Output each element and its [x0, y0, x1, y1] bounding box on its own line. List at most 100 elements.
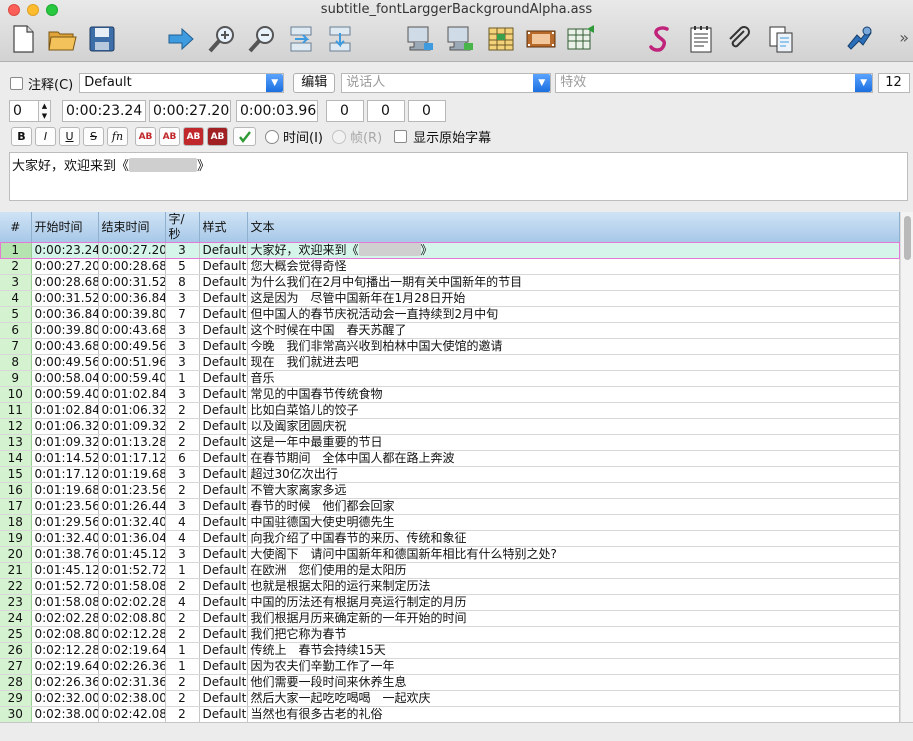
notes-icon[interactable]: [684, 22, 718, 56]
cell-end-time: 0:01:19.68: [98, 466, 166, 483]
gear-hand-icon[interactable]: [844, 22, 878, 56]
margin-vertical-field[interactable]: 0: [408, 100, 446, 122]
save-disk-icon[interactable]: [85, 22, 119, 56]
table-row[interactable]: 27 0:02:19.64 0:02:26.36 1 Default 因为农夫们辛勤工作了…: [0, 658, 900, 675]
video-film-icon[interactable]: [524, 22, 558, 56]
shadow-color-button[interactable]: AB: [207, 127, 228, 146]
table-row[interactable]: 6 0:00:39.80 0:00:43.68 3 Default 这个时候在中国 春天苏…: [0, 322, 900, 339]
table-row[interactable]: 30 0:02:38.00 0:02:42.08 2 Default 当然也有很多古老的礼…: [0, 706, 900, 722]
monitor-b-icon[interactable]: [443, 22, 477, 56]
table-row[interactable]: 26 0:02:12.28 0:02:19.64 1 Default 传统上 春节会持续1…: [0, 642, 900, 659]
col-header-text[interactable]: 文本: [247, 212, 900, 242]
margin-count[interactable]: 12: [878, 73, 911, 93]
outline-color-button[interactable]: AB: [183, 127, 204, 146]
table-row[interactable]: 2 0:00:27.20 0:00:28.68 5 Default 您大概会觉得奇怪: [0, 258, 900, 275]
table-row[interactable]: 10 0:00:59.40 0:01:02.84 3 Default 常见的中国春节传统食…: [0, 386, 900, 403]
chevron-down-icon[interactable]: ▼: [266, 74, 284, 92]
monitor-a-icon[interactable]: [403, 22, 437, 56]
end-time-field[interactable]: 0:00:27.20: [149, 100, 231, 122]
cell-end-time: 0:00:51.96: [98, 354, 166, 371]
col-header-end[interactable]: 结束时间: [98, 212, 166, 242]
cell-text: 为什么我们在2月中旬播出一期有关中国新年的节目: [247, 274, 900, 291]
chevron-down-icon[interactable]: ▼: [855, 74, 873, 92]
paperclip-icon[interactable]: [723, 22, 757, 56]
col-header-start[interactable]: 开始时间: [31, 212, 99, 242]
layer-field[interactable]: 0: [9, 100, 39, 122]
cell-start-time: 0:02:32.00: [31, 690, 99, 707]
table-row[interactable]: 20 0:01:38.76 0:01:45.12 3 Default 大使阁下 请问中国新…: [0, 546, 900, 563]
subtitle-text-editor[interactable]: 大家好，欢迎来到《 》: [9, 152, 908, 201]
table-row[interactable]: 9 0:00:58.04 0:00:59.40 1 Default 音乐: [0, 370, 900, 387]
cell-text: 春节的时候 他们都会回家: [247, 498, 900, 515]
table-row[interactable]: 1 0:00:23.24 0:00:27.20 3 Default 大家好，欢迎来到《 》: [0, 242, 900, 259]
col-header-style[interactable]: 样式: [199, 212, 248, 242]
row-text: 大家好，欢迎来到《: [250, 243, 359, 257]
start-time-field[interactable]: 0:00:23.24: [62, 100, 146, 122]
font-button[interactable]: fn: [107, 127, 128, 146]
timing-grid-icon[interactable]: [564, 22, 598, 56]
zoom-out-icon[interactable]: [245, 22, 279, 56]
table-row[interactable]: 5 0:00:36.84 0:00:39.80 7 Default 但中国人的春节庆祝活动…: [0, 306, 900, 323]
cell-start-time: 0:01:06.32: [31, 418, 99, 435]
margin-left-field[interactable]: 0: [326, 100, 364, 122]
table-row[interactable]: 22 0:01:52.72 0:01:58.08 2 Default 也就是根据太阳的运行…: [0, 578, 900, 595]
commit-button[interactable]: [233, 127, 256, 146]
cell-style: Default: [199, 354, 248, 371]
table-row[interactable]: 12 0:01:06.32 0:01:09.32 2 Default 以及阖家团圆庆祝: [0, 418, 900, 435]
effect-select[interactable]: 特效 ▼: [555, 73, 874, 93]
secondary-color-button[interactable]: AB: [159, 127, 180, 146]
table-row[interactable]: 18 0:01:29.56 0:01:32.40 4 Default 中国驻德国大使史明德…: [0, 514, 900, 531]
table-row[interactable]: 17 0:01:23.56 0:01:26.44 3 Default 春节的时候 他们都会…: [0, 498, 900, 515]
table-row[interactable]: 19 0:01:32.40 0:01:36.04 4 Default 向我介绍了中国春节的…: [0, 530, 900, 547]
shift-times-b-icon[interactable]: [323, 22, 357, 56]
table-row[interactable]: 3 0:00:28.68 0:00:31.52 8 Default 为什么我们在2月中旬播…: [0, 274, 900, 291]
table-row[interactable]: 24 0:02:02.28 0:02:08.80 2 Default 我们根据月历来确定新…: [0, 610, 900, 627]
cell-cps: 2: [165, 610, 200, 627]
show-original-checkbox[interactable]: [394, 130, 408, 143]
italic-button[interactable]: I: [35, 127, 56, 146]
toolbar-overflow-button[interactable]: »: [899, 28, 909, 47]
underline-button[interactable]: U: [59, 127, 80, 146]
table-row[interactable]: 8 0:00:49.56 0:00:51.96 3 Default 现在 我们就进去吧: [0, 354, 900, 371]
shift-times-a-icon[interactable]: [284, 22, 318, 56]
table-row[interactable]: 11 0:01:02.84 0:01:06.32 2 Default 比如白菜馅儿的饺子: [0, 402, 900, 419]
style-select[interactable]: Default ▼: [79, 73, 285, 93]
grid-vertical-scrollbar[interactable]: [900, 212, 913, 722]
table-row[interactable]: 7 0:00:43.68 0:00:49.56 3 Default 今晚 我们非常高兴收到…: [0, 338, 900, 355]
strikeout-button[interactable]: S: [83, 127, 104, 146]
table-row[interactable]: 29 0:02:32.00 0:02:38.00 2 Default 然后大家一起吃吃喝喝…: [0, 690, 900, 707]
new-file-icon[interactable]: [6, 22, 40, 56]
cell-style: Default: [199, 434, 248, 451]
styles-grid-icon[interactable]: [484, 22, 518, 56]
table-row[interactable]: 23 0:01:58.08 0:02:02.28 4 Default 中国的历法还有根据月…: [0, 594, 900, 611]
time-radio[interactable]: [265, 129, 279, 144]
layer-stepper[interactable]: ▲ ▼: [39, 100, 51, 122]
actor-select[interactable]: 说话人 ▼: [341, 73, 552, 93]
jump-arrow-icon[interactable]: [164, 22, 198, 56]
table-row[interactable]: 15 0:01:17.12 0:01:19.68 3 Default 超过30亿次出行: [0, 466, 900, 483]
edit-style-button[interactable]: 编辑: [293, 73, 336, 93]
col-header-index[interactable]: #: [0, 212, 32, 242]
primary-color-button[interactable]: AB: [135, 127, 156, 146]
margin-right-field[interactable]: 0: [367, 100, 405, 122]
copy-doc-icon[interactable]: [764, 22, 798, 56]
col-header-cps[interactable]: 字/秒: [165, 212, 200, 242]
open-folder-icon[interactable]: [45, 22, 79, 56]
table-row[interactable]: 25 0:02:08.80 0:02:12.28 2 Default 我们把它称为春节: [0, 626, 900, 643]
table-row[interactable]: 21 0:01:45.12 0:01:52.72 1 Default 在欧洲 您们使用的是…: [0, 562, 900, 579]
bold-button[interactable]: B: [11, 127, 32, 146]
duration-field[interactable]: 0:00:03.96: [236, 100, 318, 122]
redacted-title: [129, 158, 198, 172]
cell-style: Default: [199, 370, 248, 387]
table-row[interactable]: 16 0:01:19.68 0:01:23.56 2 Default 不管大家离家多远: [0, 482, 900, 499]
scrollbar-thumb[interactable]: [904, 216, 911, 260]
table-row[interactable]: 4 0:00:31.52 0:00:36.84 3 Default 这是因为 尽管中国新年…: [0, 290, 900, 307]
table-row[interactable]: 14 0:01:14.52 0:01:17.12 6 Default 在春节期间 全体中国…: [0, 450, 900, 467]
chevron-down-icon[interactable]: ▼: [533, 74, 551, 92]
zoom-in-icon[interactable]: [205, 22, 239, 56]
s-brush-icon[interactable]: [644, 22, 678, 56]
comment-checkbox[interactable]: [10, 76, 23, 90]
table-row[interactable]: 28 0:02:26.36 0:02:31.36 2 Default 他们需要一段时间来休…: [0, 674, 900, 691]
frame-radio[interactable]: [331, 129, 346, 144]
table-row[interactable]: 13 0:01:09.32 0:01:13.28 2 Default 这是一年中最重要的节…: [0, 434, 900, 451]
